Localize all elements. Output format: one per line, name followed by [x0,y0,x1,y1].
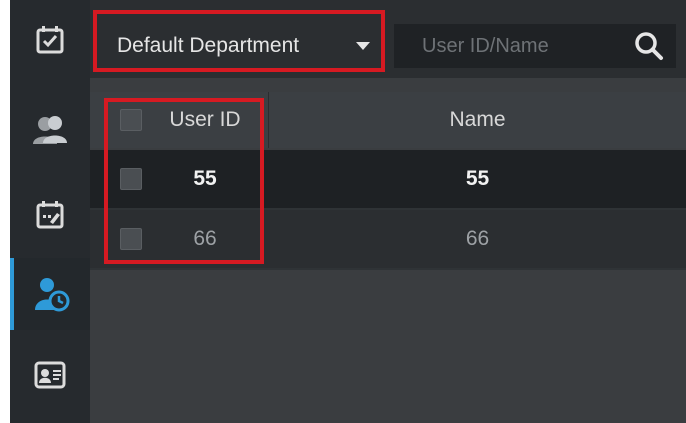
user-clock-icon [35,278,70,312]
cell-user-id: 66 [193,227,217,250]
row-divider [90,268,686,270]
column-header-user-id[interactable]: User ID [150,108,260,132]
toolbar: Default Department [90,0,686,78]
sidebar-item-user-attendance[interactable] [10,258,90,330]
sidebar-item-card[interactable] [10,345,90,405]
search-box [394,24,676,68]
sidebar [10,0,90,423]
column-header-name[interactable]: Name [269,108,686,132]
search-input[interactable] [422,34,637,58]
cell-user-id: 55 [193,167,217,190]
sidebar-item-users[interactable] [10,100,90,160]
sidebar-item-schedule[interactable] [10,185,90,245]
cell-name: 55 [465,167,490,190]
calendar-check-icon [36,26,64,54]
id-card-icon [34,361,66,389]
table-row[interactable]: 66 66 [90,210,686,268]
main-panel: Default Department User ID Name 55 55 [90,0,686,423]
select-all-checkbox[interactable] [120,109,142,131]
table-header: User ID Name [90,92,686,148]
cell-name: 66 [465,227,490,250]
department-dropdown[interactable]: Default Department [100,24,380,68]
department-label: Default Department [117,34,300,57]
row-checkbox[interactable] [120,228,142,250]
app-window: Default Department User ID Name 55 55 [0,0,686,423]
search-icon[interactable] [634,31,664,61]
sidebar-item-attendance[interactable] [10,10,90,70]
row-checkbox[interactable] [120,168,142,190]
users-icon [33,116,67,144]
calendar-edit-icon [36,201,64,229]
chevron-down-icon [356,42,370,50]
table-row[interactable]: 55 55 [90,150,686,208]
